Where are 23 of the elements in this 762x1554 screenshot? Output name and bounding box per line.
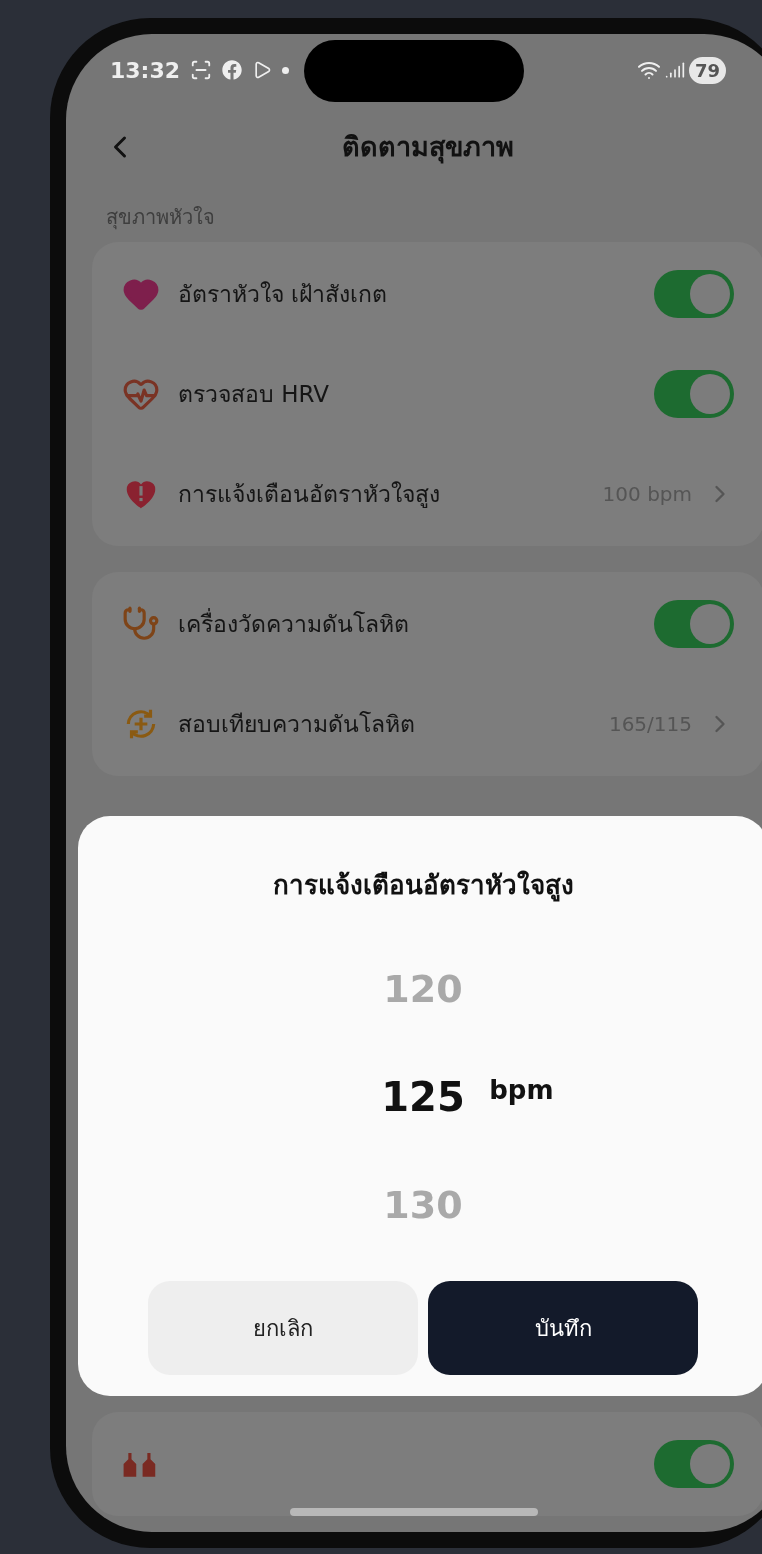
toggle-switch[interactable] [654,600,734,648]
save-button[interactable]: บันทึก [428,1281,698,1375]
section-title: สุขภาพหัวใจ [105,204,216,232]
signal-icon [664,60,685,80]
sheet-title: การแจ้งเตือนอัตราหัวใจสูง [272,869,574,904]
social-icon [222,60,243,80]
battery-level: 79 [688,56,726,84]
scan-icon [190,59,213,81]
status-time: 13:32 [110,56,181,85]
setting-label: สอบเทียบความดันโลหิต [178,709,416,739]
setting-label: ตรวจสอบ HRV [178,379,331,409]
setting-label: การแจ้งเตือนอัตราหัวใจสูง [178,479,441,510]
setting-label: อัตราหัวใจ เฝ้าสังเกต [178,279,389,309]
cancel-button[interactable]: ยกเลิก [148,1281,418,1375]
toggle-switch[interactable] [654,370,734,418]
unit-label: bpm [489,1074,554,1107]
stethoscope-icon [122,605,160,643]
toggle-switch[interactable] [654,270,734,318]
play-icon [252,60,273,80]
toggle-switch[interactable] [654,1440,734,1488]
setting-label: เครื่องวัดความดันโลหิต [178,607,410,639]
page-title: ติดตามสุขภาพ [342,129,514,166]
picker-option[interactable]: 125 [381,1067,465,1127]
